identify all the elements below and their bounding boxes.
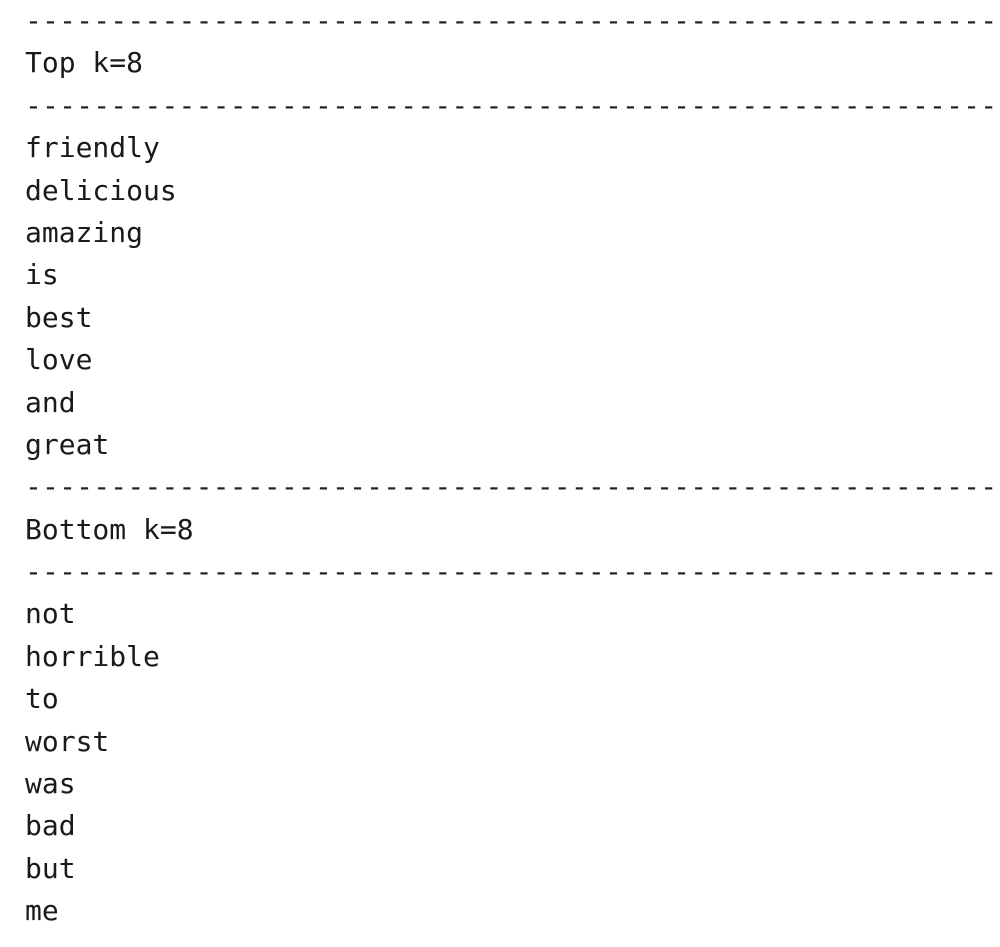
bottom-word: but [25,851,76,885]
separator-line: ----------------------------------------… [25,88,1000,122]
bottom-k-heading: Bottom k=8 [25,512,194,546]
top-word: and [25,385,76,419]
bottom-word: bad [25,809,76,843]
bottom-word: was [25,767,76,801]
top-word: delicious [25,173,177,207]
top-word: amazing [25,215,144,249]
console-output: ----------------------------------------… [25,0,1000,947]
top-word: love [25,343,93,377]
bottom-word: to [25,682,59,716]
separator-line: ----------------------------------------… [25,4,1000,37]
bottom-word: me [25,894,59,928]
top-word: great [25,427,110,461]
bottom-word: horrible [25,639,160,673]
top-word: best [25,300,93,334]
bottom-word: not [25,597,76,631]
top-k-heading: Top k=8 [25,46,144,80]
top-word: friendly [25,131,160,165]
top-word: is [25,258,59,292]
bottom-word: worst [25,724,110,758]
separator-line: ----------------------------------------… [25,470,1000,504]
separator-line: ----------------------------------------… [25,555,1000,589]
